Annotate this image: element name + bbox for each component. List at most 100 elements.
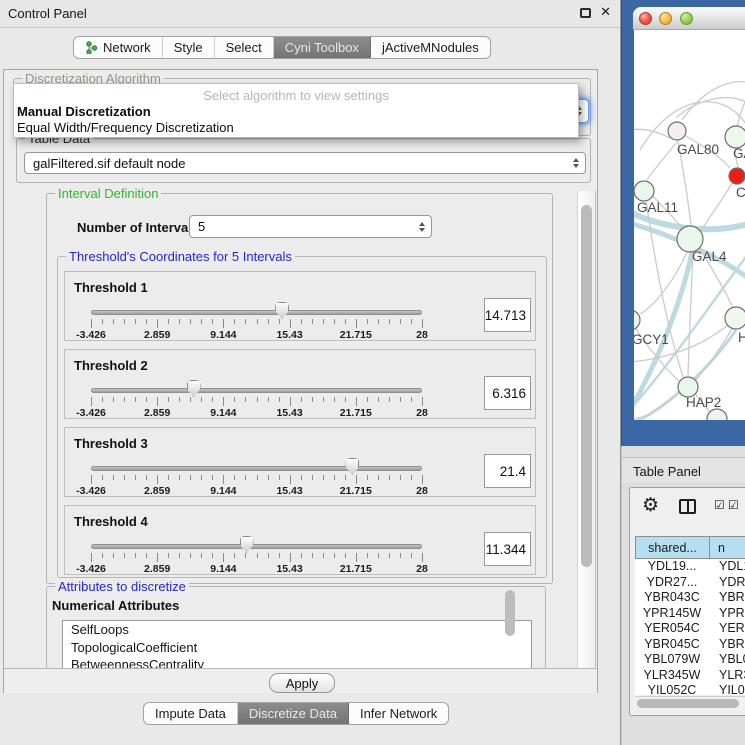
tick-label: 28 — [416, 563, 428, 575]
float-window-icon[interactable] — [580, 8, 591, 18]
threshold-1-slider-track[interactable] — [91, 310, 422, 315]
node-label-gal11: GAL11 — [637, 200, 678, 215]
cell-shared-name[interactable]: YPR145W — [635, 606, 709, 622]
network-node-hap2[interactable] — [678, 377, 698, 397]
table-row[interactable]: YPR145WYPR1 — [635, 606, 745, 622]
table-row[interactable]: YLR345WYLR3 — [635, 668, 745, 684]
network-node-ga[interactable] — [725, 126, 745, 148]
network-node[interactable] — [707, 409, 727, 420]
tick-label: -3.426 — [76, 407, 106, 419]
network-node-gal11[interactable] — [634, 181, 654, 201]
network-node-h[interactable] — [725, 307, 745, 329]
dropdown-item-equal-width-frequency[interactable]: Equal Width/Frequency Discretization — [17, 120, 234, 135]
cell-shared-name[interactable]: YER054C — [635, 621, 709, 637]
threshold-2-slider-thumb[interactable] — [187, 380, 201, 397]
tab-discretize-data[interactable]: Discretize Data — [238, 703, 349, 724]
tab-cyni-toolbox[interactable]: Cyni Toolbox — [274, 37, 371, 58]
cell-shared-name[interactable]: YBL079W — [635, 652, 709, 668]
tick-label: 15.43 — [276, 563, 302, 575]
tick-label: -3.426 — [76, 485, 106, 497]
attributes-list-scrollbar[interactable] — [505, 590, 515, 636]
slider-tick-labels: -3.4262.8599.14415.4321.71528 — [91, 563, 422, 575]
threshold-3-value-field[interactable]: 21.4 — [484, 454, 531, 488]
apply-button[interactable]: Apply — [269, 673, 335, 693]
close-icon[interactable]: ✕ — [600, 5, 611, 20]
threshold-1-value-field[interactable]: 14.713 — [484, 298, 531, 332]
numerical-attributes-list[interactable]: SelfLoopsTopologicalCoefficientBetweenne… — [62, 620, 532, 668]
scrollbar-thumb[interactable] — [581, 205, 592, 567]
gear-icon[interactable]: ⚙ — [642, 494, 659, 516]
threshold-3-slider-thumb[interactable] — [345, 458, 359, 475]
network-canvas[interactable]: GAL80GACGAL11GAL4GCY1HHAP2 — [634, 30, 745, 420]
zoom-light-green-icon[interactable] — [680, 12, 693, 25]
tab-network[interactable]: Network — [74, 37, 163, 58]
tick-label: 2.859 — [144, 485, 170, 497]
threshold-2-value-field[interactable]: 6.316 — [484, 376, 531, 410]
tab-impute-data[interactable]: Impute Data — [144, 703, 238, 724]
cell-shared-name[interactable]: YDL19... — [635, 559, 709, 575]
cell-name[interactable]: YBR0 — [709, 637, 745, 653]
threshold-4-slider-thumb[interactable] — [240, 536, 254, 553]
cell-name[interactable]: YLR3 — [709, 668, 745, 684]
cell-shared-name[interactable]: YBR045C — [635, 637, 709, 653]
tab-jactivemnodules[interactable]: jActiveMNodules — [371, 37, 490, 58]
network-node-gcy1[interactable] — [634, 310, 640, 330]
attribute-item-topologicalcoefficient[interactable]: TopologicalCoefficient — [63, 639, 531, 657]
tab-label: Discretize Data — [249, 706, 337, 721]
cell-name[interactable]: YER0 — [709, 621, 745, 637]
threshold-4-slider-track[interactable] — [91, 544, 422, 549]
threshold-2-label: Threshold 2 — [74, 358, 148, 373]
table-data-combobox[interactable]: galFiltered.sif default node — [24, 152, 586, 174]
table-row[interactable]: YBR045CYBR0 — [635, 637, 745, 653]
cell-shared-name[interactable]: YBR043C — [635, 590, 709, 606]
table-row[interactable]: YBL079WYBL0 — [635, 652, 745, 668]
split-view-icon[interactable] — [679, 499, 696, 514]
cell-name[interactable]: YBL0 — [709, 652, 745, 668]
table-row[interactable]: YER054CYER0 — [635, 621, 745, 637]
table-row[interactable]: YDR27...YDR2 — [635, 575, 745, 591]
threshold-2-slider-track[interactable] — [91, 388, 422, 393]
table-horizontal-scrollbar[interactable] — [635, 696, 745, 709]
network-window-titlebar[interactable] — [633, 7, 745, 30]
close-light-red-icon[interactable] — [639, 12, 652, 25]
network-node-gal80[interactable] — [668, 122, 686, 140]
minimize-light-yellow-icon[interactable] — [659, 12, 672, 25]
network-node-c[interactable] — [729, 168, 745, 184]
cell-name[interactable]: YPR1 — [709, 606, 745, 622]
table-row[interactable]: YIL052CYIL0 — [635, 683, 745, 695]
thresholds-group-title: Threshold's Coordinates for 5 Intervals — [66, 249, 295, 264]
attribute-item-betweennesscentrality[interactable]: BetweennessCentrality — [63, 656, 531, 668]
scrollbar-thumb[interactable] — [637, 699, 739, 708]
tick-label: 15.43 — [276, 407, 302, 419]
column-header-shared[interactable]: shared... — [636, 537, 710, 558]
checkbox-icon[interactable]: ☑ — [728, 498, 739, 512]
node-label-gal80: GAL80 — [677, 142, 719, 157]
dropdown-item-manual-discretization[interactable]: Manual Discretization — [17, 104, 151, 119]
cell-name[interactable]: YIL0 — [709, 683, 745, 695]
cell-name[interactable]: YDR2 — [709, 575, 745, 591]
tab-select[interactable]: Select — [215, 37, 274, 58]
cell-shared-name[interactable]: YDR27... — [635, 575, 709, 591]
table-column-header[interactable]: shared... n — [635, 536, 745, 559]
cell-shared-name[interactable]: YIL052C — [635, 683, 709, 695]
checkbox-icon[interactable]: ☑ — [714, 498, 725, 512]
tick-label: 21.715 — [340, 563, 372, 575]
number-of-intervals-combobox[interactable]: 5 — [189, 215, 432, 238]
column-header-name[interactable]: n — [710, 537, 745, 558]
cell-name[interactable]: YBR0 — [709, 590, 745, 606]
table-row[interactable]: YDL19...YDL1 — [635, 559, 745, 575]
threshold-4-value-field[interactable]: 11.344 — [484, 532, 531, 566]
tab-style[interactable]: Style — [163, 37, 215, 58]
slider-ticks — [91, 319, 422, 329]
slider-tick-labels: -3.4262.8599.14415.4321.71528 — [91, 329, 422, 341]
cell-name[interactable]: YDL1 — [709, 559, 745, 575]
cell-shared-name[interactable]: YLR345W — [635, 668, 709, 684]
tick-label: 9.144 — [210, 485, 236, 497]
tab-infer-network[interactable]: Infer Network — [349, 703, 448, 724]
attribute-item-selfloops[interactable]: SelfLoops — [63, 621, 531, 639]
threshold-1-slider-thumb[interactable] — [275, 302, 289, 319]
content-vertical-scrollbar[interactable] — [577, 191, 596, 668]
table-row[interactable]: YBR043CYBR0 — [635, 590, 745, 606]
stepper-icon — [573, 158, 579, 168]
threshold-3-slider-track[interactable] — [91, 466, 422, 471]
